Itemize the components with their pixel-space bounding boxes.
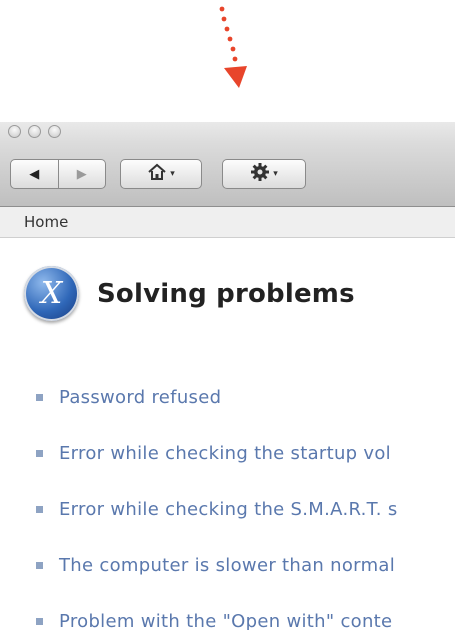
- list-item: The computer is slower than normal: [24, 537, 455, 593]
- bullet-icon: [36, 449, 43, 457]
- list-item: Error while checking the startup vol: [24, 425, 455, 481]
- page: ◀ ▶ ▾ ▾ Home X Solving problems Password…: [0, 0, 455, 630]
- forward-button[interactable]: ▶: [58, 159, 106, 189]
- bullet-icon: [36, 617, 43, 625]
- pointer-arrow: [200, 0, 260, 95]
- problem-link[interactable]: The computer is slower than normal: [59, 555, 395, 576]
- toolbar: ◀ ▶ ▾ ▾: [0, 142, 455, 207]
- problem-link[interactable]: Error while checking the startup vol: [59, 443, 391, 464]
- page-header: X Solving problems: [24, 266, 455, 321]
- problem-link[interactable]: Problem with the "Open with" conte: [59, 611, 392, 630]
- home-icon: [147, 163, 167, 185]
- back-forward-control: ◀ ▶: [10, 159, 106, 189]
- chevron-down-icon: ▾: [170, 169, 175, 179]
- forward-arrow-icon: ▶: [76, 166, 87, 182]
- back-arrow-icon: ◀: [29, 166, 40, 182]
- problem-link[interactable]: Error while checking the S.M.A.R.T. s: [59, 499, 398, 520]
- help-window: ◀ ▶ ▾ ▾ Home X Solving problems Password…: [0, 122, 455, 630]
- bullet-icon: [36, 505, 43, 513]
- home-menu-button[interactable]: ▾: [120, 159, 202, 189]
- bullet-icon: [36, 561, 43, 569]
- breadcrumb: Home: [0, 207, 455, 238]
- problem-list: Password refused Error while checking th…: [24, 369, 455, 630]
- chevron-down-icon: ▾: [273, 169, 278, 179]
- gear-icon: [250, 162, 270, 186]
- list-item: Problem with the "Open with" conte: [24, 593, 455, 630]
- help-content: X Solving problems Password refused Erro…: [0, 266, 455, 630]
- app-logo: X: [24, 266, 79, 321]
- breadcrumb-home-link[interactable]: Home: [24, 213, 68, 231]
- bullet-icon: [36, 393, 43, 401]
- settings-menu-button[interactable]: ▾: [222, 159, 306, 189]
- page-title: Solving problems: [97, 278, 355, 309]
- close-window-button[interactable]: [8, 125, 21, 138]
- logo-letter: X: [40, 276, 63, 311]
- title-bar: [0, 122, 455, 142]
- minimize-window-button[interactable]: [28, 125, 41, 138]
- list-item: Password refused: [24, 369, 455, 425]
- zoom-window-button[interactable]: [48, 125, 61, 138]
- problem-link[interactable]: Password refused: [59, 387, 221, 408]
- list-item: Error while checking the S.M.A.R.T. s: [24, 481, 455, 537]
- back-button[interactable]: ◀: [10, 159, 59, 189]
